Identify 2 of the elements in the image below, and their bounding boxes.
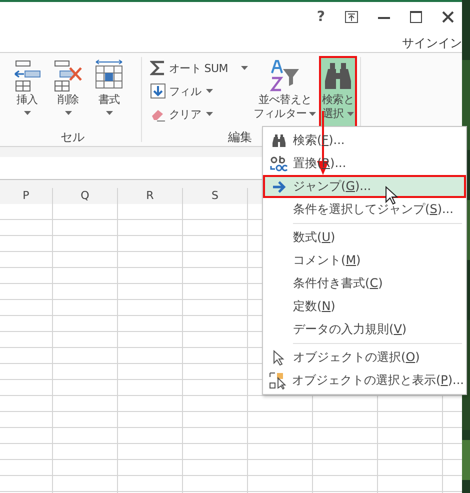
group-label: 編集: [228, 129, 252, 145]
group-label: セル: [60, 129, 84, 145]
